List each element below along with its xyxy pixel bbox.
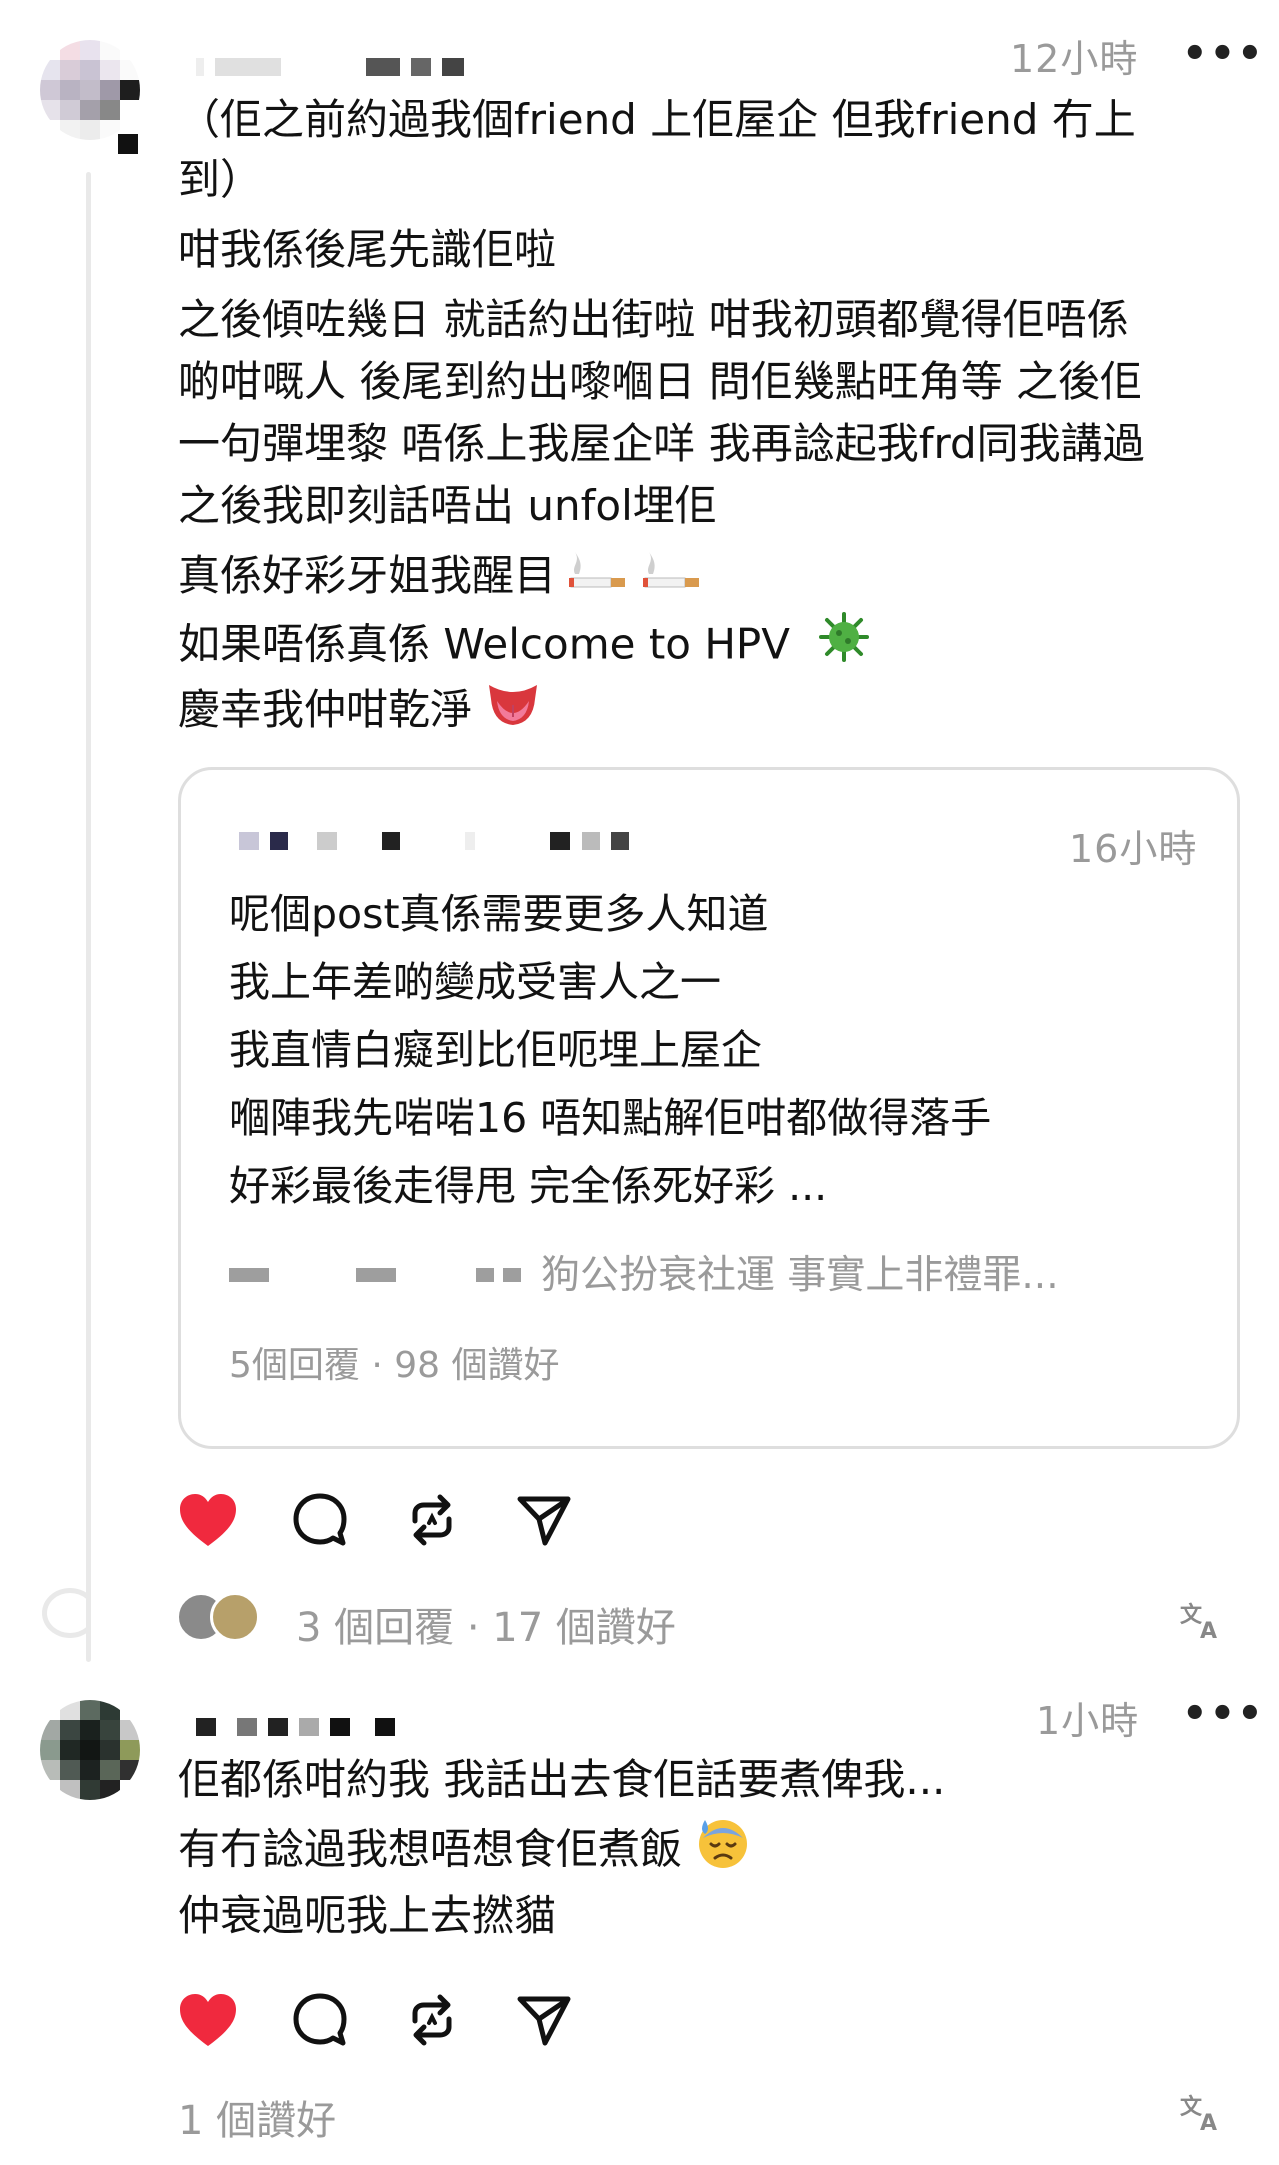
replier-avatar xyxy=(210,1592,260,1642)
thread-line xyxy=(86,172,91,1662)
comment-line: 之後我即刻話唔出 unfol埋佢 xyxy=(178,481,717,530)
heart-icon xyxy=(180,1494,236,1546)
repost-button[interactable] xyxy=(402,1490,462,1550)
translate-button[interactable]: 文 A xyxy=(1180,2092,1226,2141)
quoted-post-line: 好彩最後走得甩 完全係死好彩 ... xyxy=(229,1162,828,1210)
comment-line-text: 真係好彩牙姐我醒目 xyxy=(178,551,557,600)
svg-text:A: A xyxy=(1200,2111,1217,2132)
reply-username-blurred xyxy=(476,1268,494,1282)
username-blurred[interactable] xyxy=(196,58,470,76)
reply-username-blurred xyxy=(229,1268,269,1282)
reply-username-blurred xyxy=(356,1268,396,1282)
comment-line: 啲咁嘅人 後尾到約出嚟嗰日 問佢幾點旺角等 之後佢 xyxy=(178,357,1143,406)
svg-text:A: A xyxy=(1200,1619,1217,1640)
translate-icon: 文 A xyxy=(1180,1602,1217,1644)
share-button[interactable] xyxy=(514,1990,574,2050)
comment-time: 12小時 xyxy=(1010,37,1139,81)
like-button[interactable] xyxy=(178,1990,238,2050)
avatar[interactable] xyxy=(40,40,140,140)
comment-line: 咁我係後尾先識佢啦 xyxy=(178,225,557,274)
comment-line-text: 慶幸我仲咁乾淨 xyxy=(178,685,473,734)
reply-username-blurred xyxy=(503,1268,521,1282)
quoted-post-line: 呢個post真係需要更多人知道 xyxy=(229,890,769,938)
comment-line: 之後傾咗幾日 就話約出街啦 咁我初頭都覺得佢唔係 xyxy=(178,295,1129,344)
send-icon xyxy=(517,1996,571,2046)
sweat-face-emoji-icon xyxy=(695,1814,751,1890)
comment-line-with-emoji: 如果唔係真係 Welcome to HPV xyxy=(178,610,1238,684)
quoted-reply-preview: 狗公扮衰社運 事實上非禮罪... xyxy=(541,1253,1059,1298)
avatar[interactable] xyxy=(40,1700,140,1800)
repost-button[interactable] xyxy=(402,1990,462,2050)
comment-line: 到） xyxy=(178,155,263,204)
comment-actions xyxy=(178,1490,574,1550)
tongue-emoji-icon xyxy=(485,677,541,749)
translate-icon: 文 A xyxy=(1180,2094,1217,2136)
translate-button[interactable]: 文 A xyxy=(1180,1600,1226,1649)
comment-bubble-icon xyxy=(293,1993,347,2046)
quoted-post-line: 我直情白癡到比佢呃埋上屋企 xyxy=(229,1026,762,1074)
quoted-post-stats[interactable]: 5個回覆 · 98 個讚好 xyxy=(229,1336,560,1388)
comment-bubble-icon xyxy=(293,1493,347,1546)
comment-line: （佢之前約過我個friend 上佢屋企 但我friend 冇上 xyxy=(178,95,1136,144)
reply-like-stats[interactable]: 3 個回覆 · 17 個讚好 xyxy=(296,1595,676,1653)
reply-button[interactable] xyxy=(290,1990,350,2050)
microbe-emoji-icon xyxy=(817,610,871,684)
more-options-button[interactable]: ••• xyxy=(1182,1694,1265,1734)
heart-icon xyxy=(180,1994,236,2046)
cigarette-emoji-icon xyxy=(569,544,629,614)
repost-icon xyxy=(412,1994,452,2046)
repost-icon xyxy=(412,1494,452,1546)
share-button[interactable] xyxy=(514,1490,574,1550)
like-button[interactable] xyxy=(178,1490,238,1550)
comment-time: 1小時 xyxy=(1036,1699,1140,1743)
avatar-fragment xyxy=(118,134,138,154)
quoted-post-card[interactable]: 16小時 呢個post真係需要更多人知道 我上年差啲變成受害人之一 我直情白癡到… xyxy=(178,767,1240,1449)
username-blurred[interactable] xyxy=(196,1718,401,1736)
comment-line-with-emoji: 慶幸我仲咁乾淨 xyxy=(178,676,1238,749)
quoted-post-line: 我上年差啲變成受害人之一 xyxy=(229,958,721,1006)
quoted-username-blurred xyxy=(239,832,635,850)
comment-actions xyxy=(178,1990,574,2050)
comment-line-text: 如果唔係真係 Welcome to HPV xyxy=(178,619,790,669)
more-options-button[interactable]: ••• xyxy=(1182,34,1265,74)
comment-line-text: 有冇諗過我想唔想食佢煮飯 xyxy=(178,1824,683,1874)
comment-line: 仲衰過呃我上去撚貓 xyxy=(178,1891,557,1940)
send-icon xyxy=(517,1496,571,1546)
quoted-post-time: 16小時 xyxy=(1069,827,1198,871)
thread-curl xyxy=(42,1588,98,1638)
comment-line: 佢都係咁約我 我話出去食佢話要煮俾我... xyxy=(178,1755,946,1804)
comment-line-with-emoji: 有冇諗過我想唔想食佢煮飯 xyxy=(178,1814,1238,1890)
cigarette-emoji-icon xyxy=(642,544,703,614)
comment-line-with-emoji: 真係好彩牙姐我醒目 xyxy=(178,542,1238,614)
like-stats[interactable]: 1 個讚好 xyxy=(178,2088,336,2146)
reply-button[interactable] xyxy=(290,1490,350,1550)
comment-line: 一句彈埋黎 唔係上我屋企咩 我再諗起我frd同我講過 xyxy=(178,419,1145,468)
quoted-post-line: 嗰陣我先啱啱16 唔知點解佢咁都做得落手 xyxy=(229,1094,992,1142)
